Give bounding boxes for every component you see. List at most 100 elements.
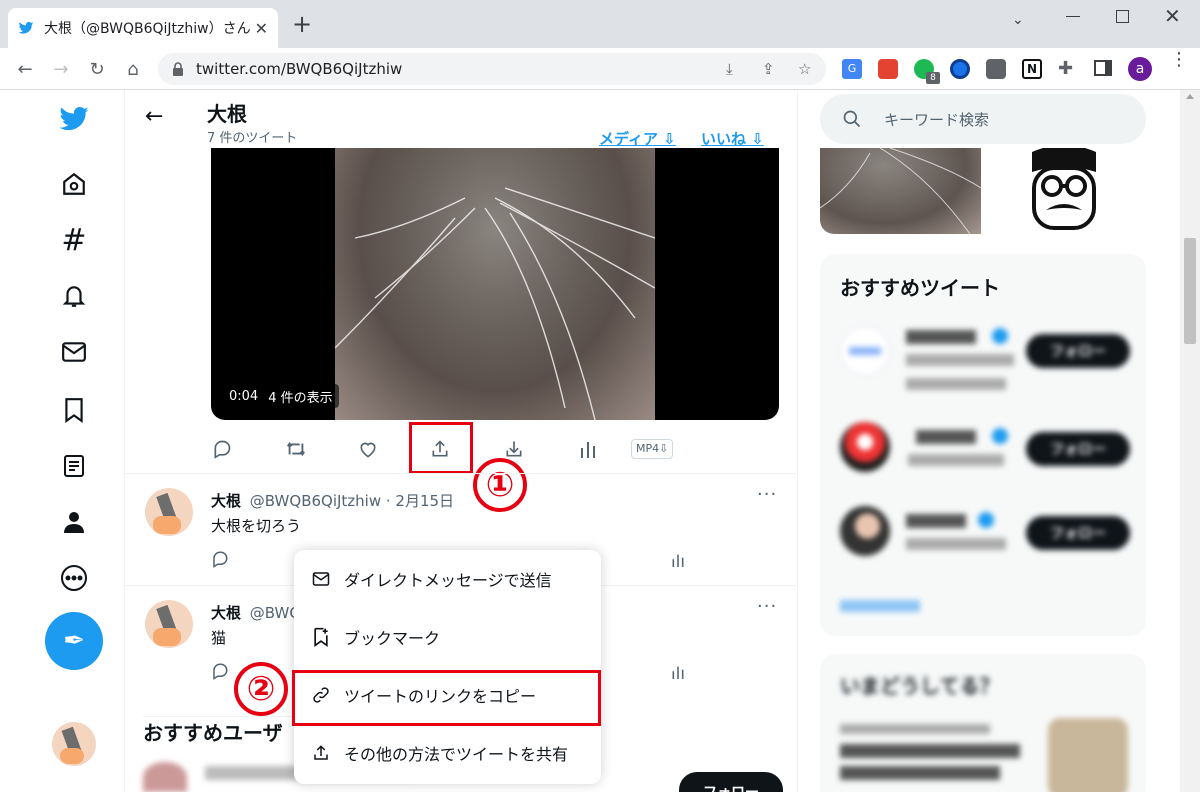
recommended-user-handle: [906, 538, 1006, 550]
follow-button[interactable]: フォロー: [1026, 516, 1130, 550]
nav-messages-icon[interactable]: [58, 336, 90, 368]
recommended-user-name: [916, 430, 976, 444]
profile-name: 大根: [207, 102, 247, 126]
search-box[interactable]: キーワード検索: [820, 94, 1146, 144]
nav-more-icon[interactable]: [58, 562, 90, 594]
retweet-icon[interactable]: [279, 432, 313, 466]
forward-icon[interactable]: →: [50, 58, 72, 80]
tweet-more-icon[interactable]: ···: [757, 484, 777, 505]
address-bar[interactable]: twitter.com/BWQB6QiJtzhiw ⤓ ⇪ ☆: [158, 53, 826, 85]
show-more-link[interactable]: [840, 600, 920, 612]
nav-profile-icon[interactable]: [58, 506, 90, 538]
tab-close-icon[interactable]: ✕: [255, 19, 268, 38]
url-text: twitter.com/BWQB6QiJtzhiw: [196, 60, 403, 78]
extensions-puzzle-icon[interactable]: ✚: [1058, 58, 1073, 79]
video-time-badge: 0:04 4 件の表示: [223, 384, 339, 408]
analytics-icon[interactable]: [671, 552, 685, 572]
tweet-avatar[interactable]: [145, 488, 193, 536]
back-arrow-icon[interactable]: ←: [145, 104, 163, 129]
follow-button[interactable]: フォロー: [1026, 432, 1130, 466]
recommended-user-avatar[interactable]: [840, 506, 890, 556]
analytics-icon[interactable]: [571, 432, 605, 466]
mp4-download-button[interactable]: MP4⇩: [631, 439, 674, 459]
video-player[interactable]: 0:04 4 件の表示: [211, 148, 779, 420]
recommended-user-name: [906, 514, 966, 528]
reply-icon[interactable]: [211, 550, 229, 572]
todoist-extension-icon[interactable]: [878, 59, 898, 79]
nav-explore-icon[interactable]: #: [58, 223, 90, 258]
twitter-logo-icon[interactable]: [58, 104, 90, 136]
browser-toolbar: ← → ↻ ⌂ twitter.com/BWQB6QiJtzhiw ⤓ ⇪ ☆ …: [0, 48, 1200, 90]
back-icon[interactable]: ←: [14, 58, 36, 80]
reply-icon[interactable]: [205, 432, 239, 466]
nav-bookmarks-icon[interactable]: [58, 394, 90, 426]
tweet-handle-date[interactable]: @BWQB6QiJtzhiw · 2月15日: [250, 492, 454, 510]
follow-button[interactable]: フォロー: [679, 772, 783, 792]
recommended-user[interactable]: フォロー: [820, 420, 1146, 480]
install-icon[interactable]: ⤓: [726, 60, 733, 78]
trends-card: いまどうしてる？: [820, 654, 1146, 792]
step-2-marker: ②: [234, 662, 288, 716]
media-thumbnail[interactable]: [820, 148, 981, 234]
tweet-avatar[interactable]: [145, 600, 193, 648]
recommended-user[interactable]: フォロー: [820, 504, 1146, 564]
tab-search-icon[interactable]: ⌄: [1012, 12, 1024, 28]
video-views: 4 件の表示: [268, 390, 333, 406]
video-time: 0:04: [229, 388, 259, 404]
like-icon[interactable]: [351, 432, 385, 466]
copy-link-highlight-box: [292, 670, 601, 726]
tab-media[interactable]: メディア ⇩: [599, 128, 676, 149]
maximize-icon[interactable]: [1116, 10, 1129, 23]
nav-home-icon[interactable]: [58, 168, 90, 200]
account-avatar[interactable]: [52, 722, 96, 766]
tweet-more-icon[interactable]: ···: [757, 596, 777, 617]
analytics-icon[interactable]: [671, 664, 685, 684]
media-thumbnail[interactable]: [984, 148, 1146, 234]
reply-icon[interactable]: [211, 662, 229, 684]
suggested-user-avatar[interactable]: [143, 762, 187, 792]
extension-badge: 8: [926, 72, 940, 84]
translate-extension-icon[interactable]: G: [842, 59, 862, 79]
home-icon[interactable]: ⌂: [122, 58, 144, 80]
share-highlight-box: [409, 422, 473, 474]
trend-title[interactable]: [840, 744, 1020, 758]
tweet-author-name[interactable]: 大根: [211, 604, 241, 622]
menu-item-bookmark[interactable]: ブックマーク: [294, 608, 601, 666]
share-icon: [314, 745, 328, 760]
menu-item-send-dm[interactable]: ダイレクトメッセージで送信: [294, 550, 601, 608]
minimize-icon[interactable]: [1066, 16, 1080, 17]
window-close-icon[interactable]: ✕: [1164, 4, 1181, 28]
recommended-user-avatar[interactable]: [840, 422, 890, 472]
recommended-user-name: [906, 330, 976, 344]
blue-extension-icon[interactable]: [950, 59, 970, 79]
browser-menu-icon[interactable]: ⋮: [1170, 51, 1188, 69]
notion-extension-icon[interactable]: N: [1022, 59, 1042, 79]
scrollbar-thumb[interactable]: [1184, 238, 1196, 344]
verified-badge-icon: [992, 328, 1008, 344]
nav-notifications-icon[interactable]: [58, 280, 90, 312]
share-page-icon[interactable]: ⇪: [762, 60, 775, 78]
follow-button[interactable]: フォロー: [1026, 334, 1130, 368]
search-icon: [843, 110, 861, 128]
scrollbar-up-arrow-icon[interactable]: [1186, 94, 1194, 99]
bookmark-star-icon[interactable]: ☆: [798, 60, 811, 78]
recommended-user[interactable]: フォロー: [820, 320, 1146, 400]
reload-icon[interactable]: ↻: [86, 58, 108, 80]
browser-tab[interactable]: 大根（@BWQB6QiJtzhiw）さん / ✕: [8, 8, 278, 48]
share-menu: ダイレクトメッセージで送信 ブックマーク ツイートのリンクをコピー その他の方法…: [294, 550, 601, 784]
side-panel-icon[interactable]: [1094, 60, 1112, 76]
recommended-user-avatar[interactable]: [840, 326, 890, 376]
tweet-author-name[interactable]: 大根: [211, 492, 241, 510]
new-tab-icon[interactable]: +: [292, 12, 312, 36]
nav-lists-icon[interactable]: [58, 450, 90, 482]
tweet-count: 7 件のツイート: [207, 131, 298, 146]
trend-thumbnail[interactable]: [1048, 718, 1128, 792]
trend-meta: [840, 724, 990, 734]
gray-extension-icon[interactable]: [986, 59, 1006, 79]
compose-tweet-button[interactable]: ✒: [45, 612, 103, 670]
page-scrollbar[interactable]: [1180, 90, 1200, 792]
bookmark-add-icon: [314, 627, 328, 647]
menu-item-share-other[interactable]: その他の方法でツイートを共有: [294, 724, 601, 782]
profile-avatar[interactable]: a: [1128, 57, 1152, 81]
tab-likes[interactable]: いいね ⇩: [701, 128, 764, 149]
